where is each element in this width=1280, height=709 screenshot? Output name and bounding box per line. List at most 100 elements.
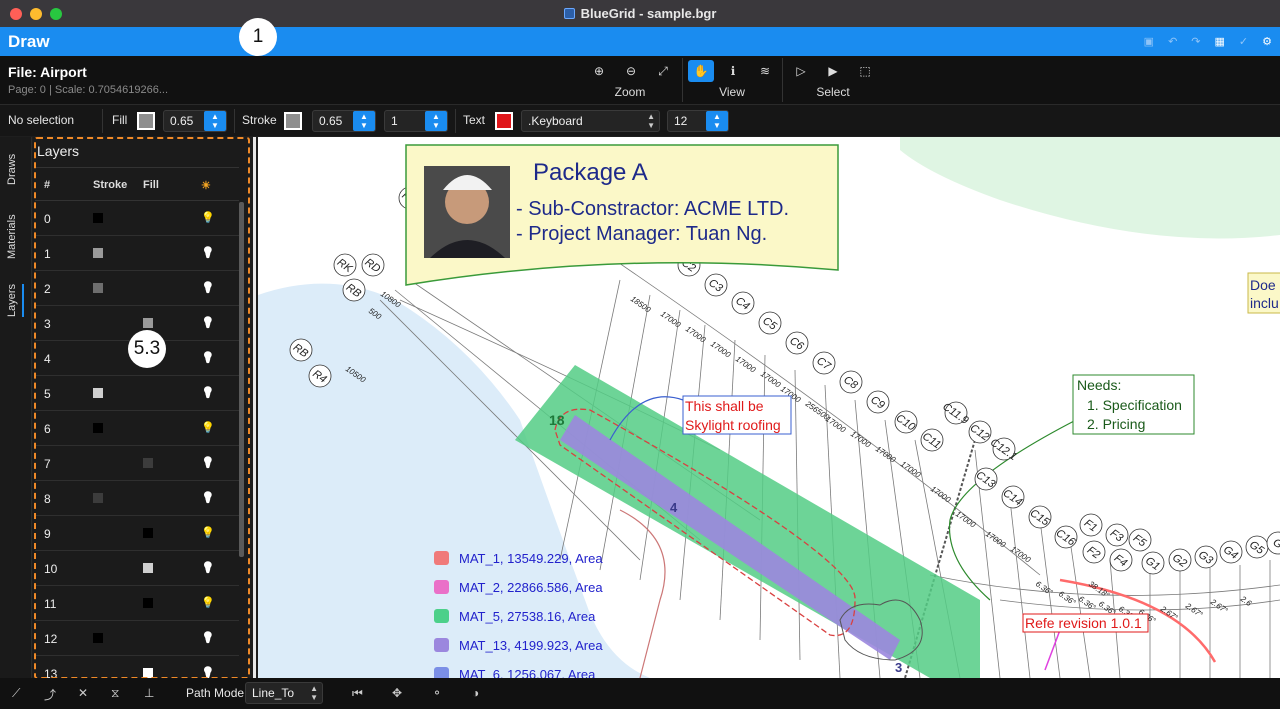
layer-row[interactable]: 1 💡 [35,236,239,271]
check-icon[interactable]: ✓ [1239,35,1248,48]
layer-visibility-bulb-icon[interactable]: 💡 [201,631,215,644]
layer-visibility-bulb-icon[interactable]: 💡 [201,316,215,329]
text-color-swatch[interactable] [495,112,513,130]
layer-fill-swatch[interactable] [143,318,153,328]
layer-fill-swatch[interactable] [143,458,153,468]
redo-icon[interactable]: ↷ [1191,35,1200,48]
panel-splitter[interactable] [253,137,256,678]
nodes-icon[interactable]: ⚬ [432,686,442,700]
select-box-icon[interactable]: ⬚ [852,60,878,82]
layer-row[interactable]: 5 💡 [35,376,239,411]
grid-bubble: C6 [785,331,809,355]
layer-stroke-swatch[interactable] [93,388,103,398]
stroke-width-stepper[interactable]: 1 ▲ ▼ [384,110,448,132]
layer-visibility-bulb-icon[interactable]: 💡 [201,456,215,469]
grid-bubble: RB [289,338,313,362]
tab-materials[interactable]: Materials [6,214,18,259]
move-icon[interactable]: ✥ [392,686,402,700]
hourglass-tool-icon[interactable]: ⧖ [111,686,119,701]
layer-visibility-bulb-icon[interactable]: 💡 [201,491,215,504]
revision-note: Refe revision 1.0.1 [1025,615,1142,631]
settings-icon[interactable]: ⚙ [1262,35,1272,48]
layer-fill-swatch[interactable] [143,598,153,608]
layer-fill-swatch[interactable] [143,528,153,538]
grid-view-icon[interactable]: ▦ [1215,35,1225,48]
layer-row[interactable]: 2 💡 [35,271,239,306]
legend-label: MAT_13, 4199.923, Area [459,638,603,653]
layer-stroke-swatch[interactable] [93,213,103,223]
grid-bubble: F3 [1105,523,1129,547]
save-icon[interactable]: ▣ [1144,35,1154,48]
layer-row[interactable]: 12 💡 [35,621,239,656]
fill-color-swatch[interactable] [137,112,155,130]
selection-status: No selection [8,113,75,127]
layer-visibility-bulb-icon[interactable]: 💡 [201,351,215,364]
grid-bubble: C12.1 [988,436,1019,463]
layers-icon[interactable]: ≋ [752,60,778,82]
green-area-shape [900,137,1280,239]
layer-visibility-bulb-icon[interactable]: 💡 [201,211,215,224]
font-size-stepper[interactable]: 12 ▲ ▼ [667,110,729,132]
layers-scrollbar[interactable] [239,202,244,557]
layer-row[interactable]: 6 💡 [35,411,239,446]
tab-draws[interactable]: Draws [6,154,18,185]
toolbar-divider [782,58,783,102]
contrast-icon[interactable]: ◑ [472,686,479,700]
layer-visibility-bulb-icon[interactable]: 💡 [201,281,215,294]
layer-row[interactable]: 7 💡 [35,446,239,481]
close-window-button[interactable] [10,8,22,20]
layer-stroke-swatch[interactable] [93,248,103,258]
layer-visibility-bulb-icon[interactable]: 💡 [201,246,215,259]
layer-visibility-bulb-icon[interactable]: 💡 [201,386,215,399]
layer-id: 9 [44,527,51,541]
layer-visibility-bulb-icon[interactable]: 💡 [201,526,215,539]
layer-fill-swatch[interactable] [143,668,153,678]
grid-bubble: C15 [1028,505,1052,529]
dimension-label: 17000 [1009,544,1033,564]
layer-fill-swatch[interactable] [143,563,153,573]
line-tool-icon[interactable]: ⟋ [12,686,20,701]
window-controls [10,8,62,20]
stroke-color-swatch[interactable] [284,112,302,130]
layer-id: 5 [44,387,51,401]
zoom-window-button[interactable] [50,8,62,20]
minimize-window-button[interactable] [30,8,42,20]
undo-icon[interactable]: ↶ [1168,35,1177,48]
zoom-group: ⊕ ⊖ ⤢ [586,60,676,82]
zoom-in-icon[interactable]: ⊕ [586,60,612,82]
skip-back-icon[interactable]: ⏮ [352,686,363,701]
info-icon[interactable]: ℹ [720,60,746,82]
layer-stroke-swatch[interactable] [93,633,103,643]
layer-visibility-bulb-icon[interactable]: 💡 [201,561,215,574]
tab-layers[interactable]: Layers [6,284,18,317]
pointer-outline-icon[interactable]: ▷ [788,60,814,82]
zoom-out-icon[interactable]: ⊖ [618,60,644,82]
cross-tool-icon[interactable]: ✕ [78,686,88,700]
layer-row[interactable]: 8 💡 [35,481,239,516]
layer-row[interactable]: 10 💡 [35,551,239,586]
legend-label: MAT_5, 27538.16, Area [459,609,596,624]
pointer-icon[interactable]: ▶ [820,60,846,82]
layer-stroke-swatch[interactable] [93,493,103,503]
layer-stroke-swatch[interactable] [93,423,103,433]
layer-stroke-swatch[interactable] [93,283,103,293]
perpendicular-tool-icon[interactable]: ⊥ [144,686,154,700]
font-select[interactable]: .Keyboard ▲ ▼ [521,110,660,132]
layer-row[interactable]: 9 💡 [35,516,239,551]
path-mode-select[interactable]: Line_To ▲ ▼ [245,682,323,704]
fill-opacity-stepper[interactable]: 0.65 ▲ ▼ [163,110,227,132]
layer-visibility-bulb-icon[interactable]: 💡 [201,421,215,434]
grid-bubble: RB [342,278,366,302]
dimension-label: 17000 [759,369,783,389]
hand-icon[interactable]: ✋ [688,60,714,82]
fit-icon[interactable]: ⤢ [650,60,676,82]
layer-visibility-bulb-icon[interactable]: 💡 [201,596,215,609]
layer-row[interactable]: 0 💡 [35,201,239,236]
stroke-opacity-stepper[interactable]: 0.65 ▲ ▼ [312,110,376,132]
drawing-canvas[interactable]: RDRKRDRBRBR4C2C3C4C5C6C7C8C9C10C11C11.9C… [258,137,1280,678]
file-meta: Page: 0 | Scale: 0.7054619266... [8,84,169,96]
grid-bubble: G4 [1219,540,1243,564]
legend-swatch [434,638,449,652]
layer-row[interactable]: 11 💡 [35,586,239,621]
curve-tool-icon[interactable]: ⤴ [44,686,56,703]
